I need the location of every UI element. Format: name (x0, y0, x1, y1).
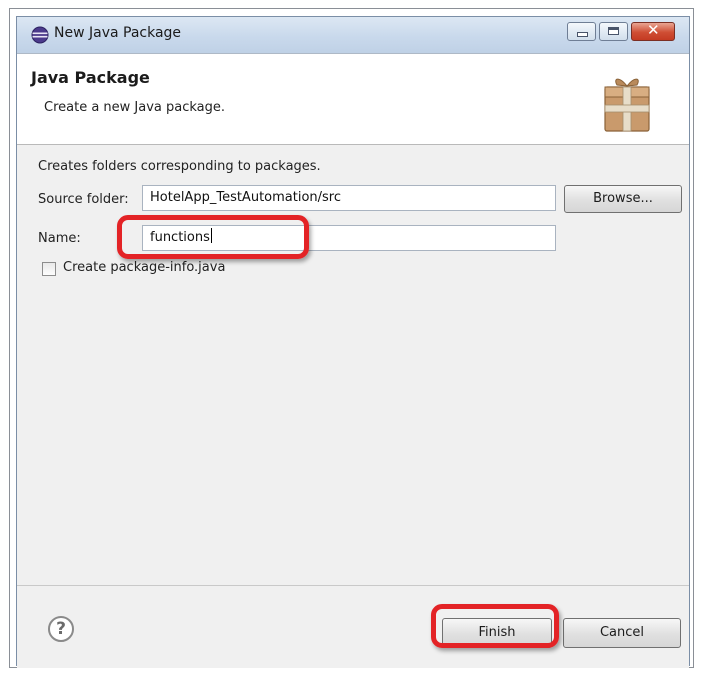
source-folder-field[interactable]: HotelApp_TestAutomation/src (142, 185, 556, 211)
name-label: Name: (38, 231, 81, 246)
name-value: functions (150, 230, 210, 245)
minimize-button[interactable] (567, 22, 596, 41)
cancel-button[interactable]: Cancel (563, 618, 681, 648)
wizard-content: Creates folders corresponding to package… (17, 145, 689, 585)
new-java-package-dialog: New Java Package ✕ Java Package Create a… (16, 16, 690, 668)
window-title: New Java Package (54, 25, 182, 41)
eclipse-icon (31, 26, 49, 44)
maximize-button[interactable] (599, 22, 628, 41)
package-icon (604, 78, 650, 132)
source-folder-label: Source folder: (38, 192, 129, 207)
help-icon[interactable]: ? (48, 616, 74, 642)
maximize-icon (608, 27, 619, 35)
minimize-icon (577, 32, 588, 37)
page-description: Create a new Java package. (44, 100, 226, 115)
package-info-checkbox[interactable] (42, 262, 56, 276)
text-cursor (210, 228, 212, 243)
close-button[interactable]: ✕ (631, 21, 675, 41)
button-bar: ? Finish Cancel (17, 585, 689, 668)
wizard-banner: Java Package Create a new Java package. (17, 54, 689, 145)
title-bar[interactable]: New Java Package ✕ (17, 17, 689, 54)
info-text: Creates folders corresponding to package… (38, 159, 321, 174)
name-field[interactable]: functions (142, 225, 556, 251)
close-icon: ✕ (647, 21, 660, 39)
page-title: Java Package (31, 68, 150, 87)
finish-button[interactable]: Finish (442, 618, 552, 648)
browse-button[interactable]: Browse... (564, 185, 682, 213)
package-info-label[interactable]: Create package-info.java (63, 260, 225, 275)
